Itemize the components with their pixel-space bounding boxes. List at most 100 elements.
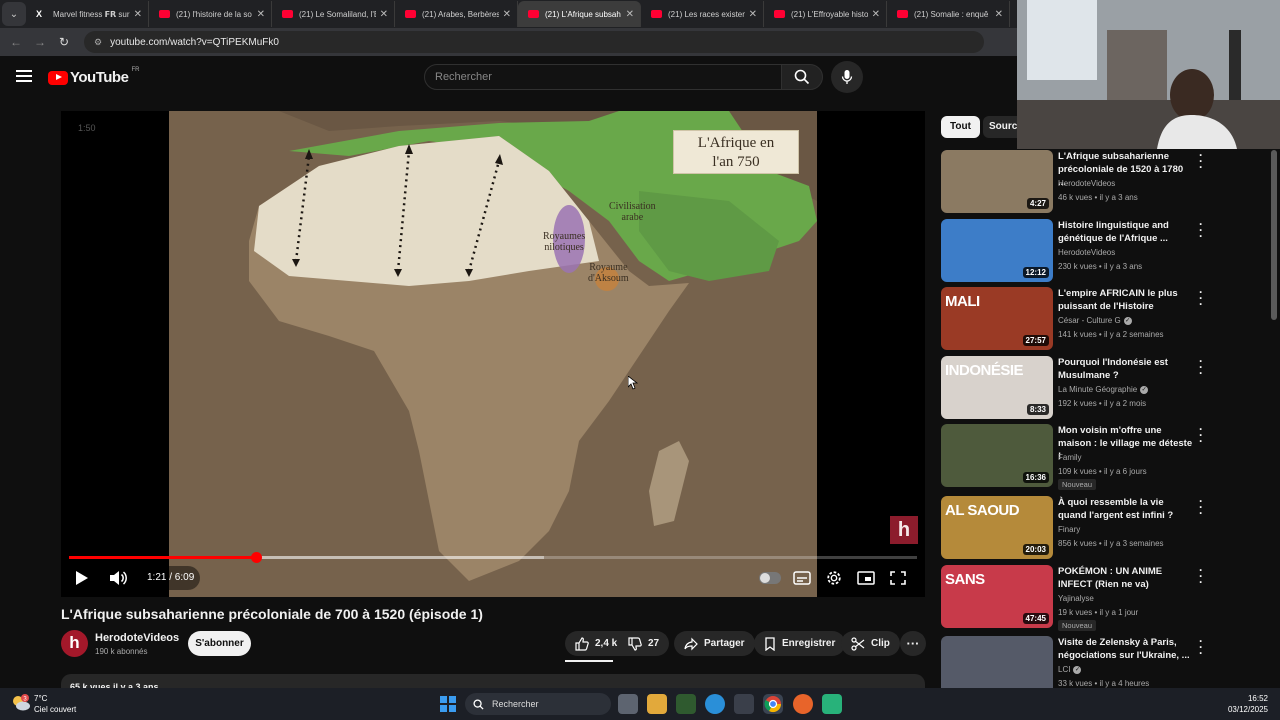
play-icon[interactable] [75, 570, 89, 586]
more-vertical-icon[interactable]: · · · [1199, 564, 1203, 588]
taskbar-search[interactable]: Rechercher [465, 693, 611, 715]
progress-bar[interactable] [69, 552, 917, 563]
tab-close-icon[interactable]: ✕ [995, 9, 1003, 20]
recommended-channel[interactable]: Family [1058, 453, 1082, 462]
back-arrow-icon[interactable]: ← [4, 35, 28, 49]
recommended-video[interactable]: 4:27 L'Afrique subsaharienne précoloniale… [941, 149, 1211, 214]
url-bar[interactable]: ⚙ youtube.com/watch?v=QTiPEKMuFk0 [84, 31, 984, 53]
theater-mode-icon[interactable] [857, 570, 875, 586]
fullscreen-icon[interactable] [889, 570, 907, 586]
subtitles-icon[interactable] [793, 570, 811, 586]
recommended-channel[interactable]: La Minute Géographie ✓ [1058, 385, 1149, 394]
youtube-logo[interactable]: YouTube FR [48, 67, 139, 86]
browser-tab[interactable]: X Marvel fitness 𝗙𝗥 sur 𝕏 ✕ [26, 1, 149, 27]
browser-tab[interactable]: (21) Somalie : enquê ✕ [887, 1, 1010, 27]
weather-cloud-icon[interactable]: 3 [11, 693, 31, 713]
search-button[interactable] [781, 64, 823, 90]
tab-close-icon[interactable]: ✕ [134, 9, 142, 20]
video-player[interactable]: 1:50 Civilisation arabe Royaumes nilotiq… [61, 111, 925, 597]
video-thumbnail[interactable]: INDONÉSIE 8:33 [941, 356, 1053, 419]
search-input[interactable]: Rechercher [424, 64, 782, 90]
recommended-video-title[interactable]: Pourquoi l'Indonésie est Musulmane ? [1058, 356, 1193, 382]
video-thumbnail[interactable]: SANS 47:45 [941, 565, 1053, 628]
browser-tab[interactable]: (21) L'Effroyable histo ✕ [764, 1, 887, 27]
recommended-channel-name: Family [1058, 453, 1082, 462]
windows-start-icon[interactable] [440, 696, 456, 712]
more-vertical-icon[interactable]: · · · [1199, 635, 1203, 659]
app-icon[interactable] [822, 694, 842, 714]
recommended-video[interactable]: SANS 47:45 POKÉMON : UN ANIME INFECT (Rien… [941, 564, 1211, 631]
video-thumbnail[interactable]: AL SAOUD 20:03 [941, 496, 1053, 559]
video-thumbnail[interactable]: 12:12 [941, 219, 1053, 282]
dislike-button[interactable]: 27 [620, 631, 670, 656]
clock-date[interactable]: 03/12/2025 [1210, 705, 1268, 714]
recommended-video[interactable]: MALI 27:57 L'empire AFRICAIN le plus puiss… [941, 286, 1211, 351]
browser-tab[interactable]: (21) Le Somaliland, l'É ✕ [272, 1, 395, 27]
subscribe-button[interactable]: S'abonner [188, 631, 251, 656]
tab-close-icon[interactable]: ✕ [626, 9, 634, 20]
recommended-video-title[interactable]: L'empire AFRICAIN le plus puissant de l'… [1058, 287, 1193, 313]
browser-tab[interactable]: (21) Arabes, Berbères ✕ [395, 1, 518, 27]
recommended-channel[interactable]: HerodoteVideos [1058, 248, 1115, 257]
progress-scrubber-handle[interactable] [250, 552, 262, 563]
like-button[interactable]: 2,4 k [565, 631, 626, 656]
microsoft-store-icon[interactable] [734, 694, 754, 714]
voice-search-button[interactable] [831, 61, 863, 93]
save-button[interactable]: Enregistrer [754, 631, 846, 656]
channel-avatar[interactable]: h [61, 630, 88, 657]
video-thumbnail[interactable]: 4:27 [941, 150, 1053, 213]
more-actions-button[interactable]: ··· [900, 631, 926, 656]
video-thumbnail[interactable]: 16:36 [941, 424, 1053, 487]
recommended-channel[interactable]: Finary [1058, 525, 1080, 534]
autoplay-toggle[interactable] [759, 572, 781, 584]
video-thumbnail[interactable]: MALI 27:57 [941, 287, 1053, 350]
recommended-channel[interactable]: César - Culture G ✓ [1058, 316, 1132, 325]
more-vertical-icon[interactable]: · · · [1199, 495, 1203, 519]
more-vertical-icon[interactable]: · · · [1199, 218, 1203, 242]
chrome-browser-icon[interactable] [763, 694, 783, 714]
recommended-video-title[interactable]: Visite de Zelensky à Paris, négociations… [1058, 636, 1193, 662]
firefox-icon[interactable] [793, 694, 813, 714]
channel-name[interactable]: HerodoteVideos [95, 632, 179, 644]
recommended-channel[interactable]: HerodoteVideos [1058, 179, 1115, 188]
more-vertical-icon[interactable]: · · · [1199, 423, 1203, 447]
tab-close-icon[interactable]: ✕ [380, 9, 388, 20]
forward-arrow-icon[interactable]: → [28, 35, 52, 49]
browser-tab[interactable]: (21) Les races existen ✕ [641, 1, 764, 27]
tab-close-icon[interactable]: ✕ [503, 9, 511, 20]
recommended-video[interactable]: 16:36 Mon voisin m'offre une maison : le … [941, 423, 1211, 490]
recommended-video[interactable]: 12:12 Histoire linguistique and génétique… [941, 218, 1211, 283]
browser-tab-active[interactable]: (21) L'Afrique subsah ✕ [518, 1, 641, 27]
recommended-channel[interactable]: LCI ✓ [1058, 665, 1082, 674]
recommended-meta: 230 k vues • il y a 3 ans [1058, 262, 1143, 271]
reload-icon[interactable]: ↻ [52, 35, 76, 49]
file-explorer-icon[interactable] [647, 694, 667, 714]
recommended-video[interactable]: AL SAOUD 20:03 À quoi ressemble la vie qua… [941, 495, 1211, 560]
task-view-icon[interactable] [618, 694, 638, 714]
channel-watermark[interactable]: h [890, 516, 918, 544]
tab-close-icon[interactable]: ✕ [872, 9, 880, 20]
menu-hamburger-icon[interactable] [16, 70, 32, 85]
clock-time[interactable]: 16:52 [1220, 694, 1268, 703]
more-vertical-icon[interactable]: · · · [1199, 149, 1203, 173]
more-vertical-icon[interactable]: · · · [1199, 355, 1203, 379]
browser-tab[interactable]: (21) l'histoire de la so ✕ [149, 1, 272, 27]
recommended-channel[interactable]: Yajinalyse [1058, 594, 1094, 603]
recommended-video[interactable]: INDONÉSIE 8:33 Pourquoi l'Indonésie est Mu… [941, 355, 1211, 420]
tab-search-chevron-icon[interactable]: ⌄ [2, 2, 26, 26]
page-scrollbar[interactable] [1271, 150, 1277, 320]
more-vertical-icon[interactable]: · · · [1199, 286, 1203, 310]
settings-gear-icon[interactable] [825, 570, 843, 586]
site-info-icon[interactable]: ⚙ [94, 37, 102, 48]
recommended-video-title[interactable]: À quoi ressemble la vie quand l'argent e… [1058, 496, 1193, 522]
tab-close-icon[interactable]: ✕ [257, 9, 265, 20]
share-button[interactable]: Partager [674, 631, 755, 656]
recommended-video-title[interactable]: Histoire linguistique and génétique de l… [1058, 219, 1193, 245]
nvidia-icon[interactable] [676, 694, 696, 714]
tab-close-icon[interactable]: ✕ [749, 9, 757, 20]
chip-all[interactable]: Tout [941, 116, 980, 138]
volume-icon[interactable] [109, 570, 127, 586]
edge-browser-icon[interactable] [705, 694, 725, 714]
clip-button[interactable]: Clip [841, 631, 900, 656]
recommended-video-title[interactable]: POKÉMON : UN ANIME INFECT (Rien ne va) [1058, 565, 1193, 591]
